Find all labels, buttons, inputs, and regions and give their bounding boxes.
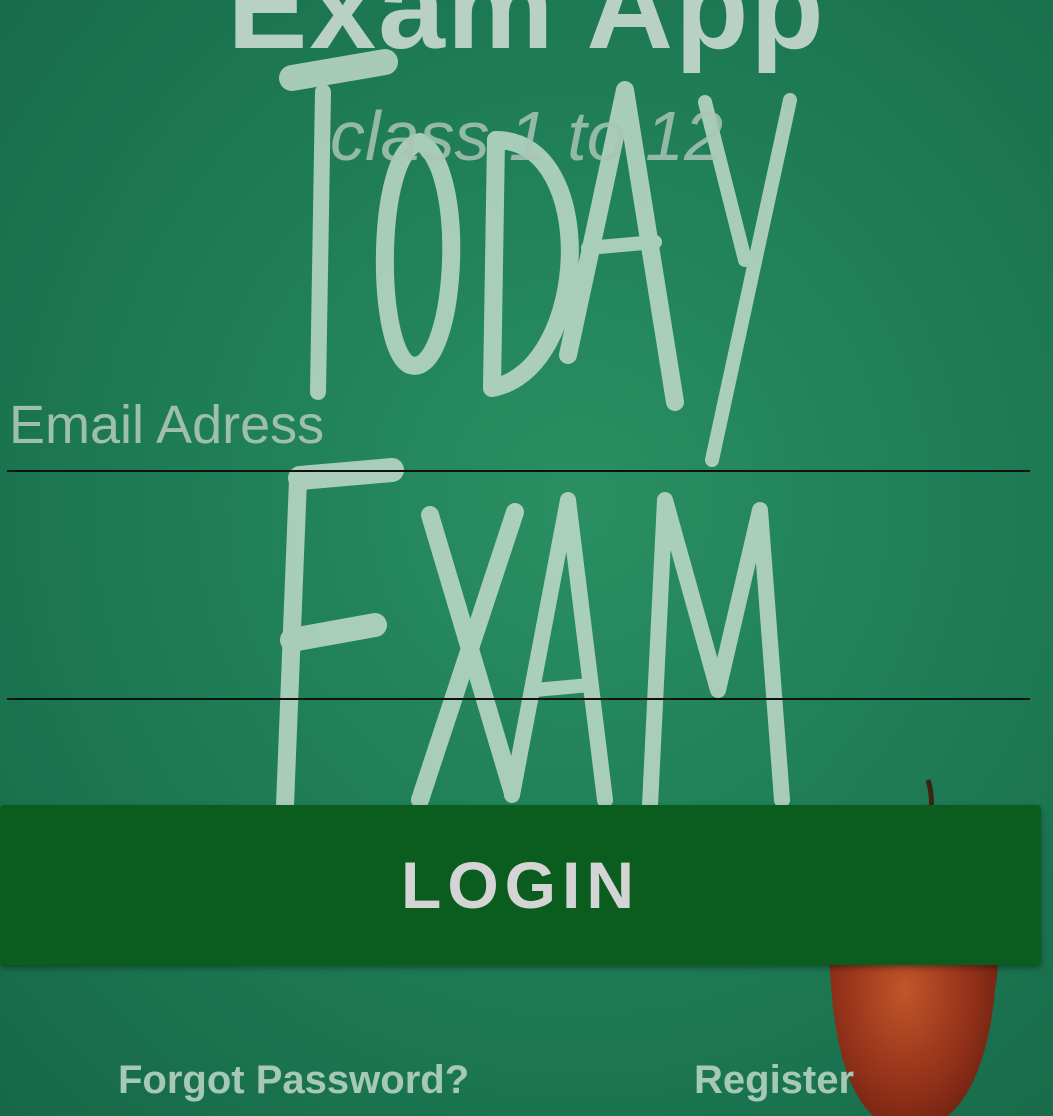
forgot-password-link[interactable]: Forgot Password? xyxy=(118,1058,469,1103)
login-button[interactable]: LOGIN xyxy=(0,805,1041,965)
app-subtitle: class 1 to 12 xyxy=(330,97,723,175)
email-field[interactable] xyxy=(7,380,1030,472)
password-field[interactable] xyxy=(7,620,1030,700)
register-link[interactable]: Register xyxy=(694,1058,854,1103)
app-title: Exam App xyxy=(227,0,826,74)
